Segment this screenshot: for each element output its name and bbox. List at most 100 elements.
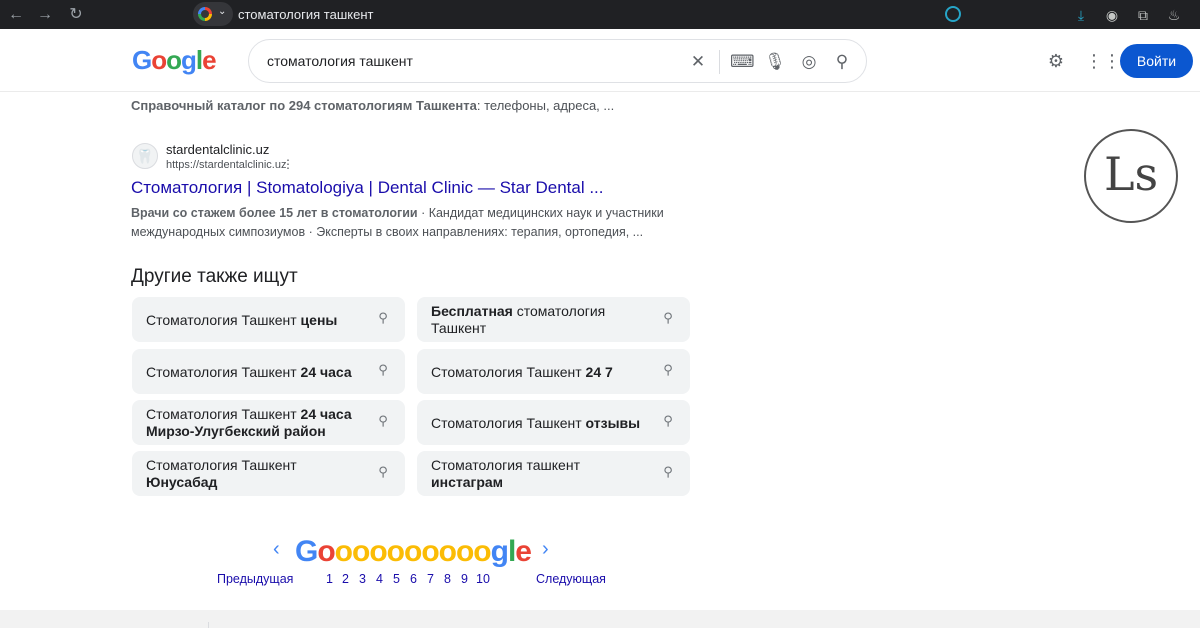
search-icon: ⚲ bbox=[378, 362, 388, 377]
clear-icon[interactable]: ✕ bbox=[687, 51, 709, 73]
page-number-link[interactable]: 2 bbox=[342, 572, 349, 586]
previous-result-snippet: Справочный каталог по 294 стоматологиям … bbox=[131, 98, 614, 113]
gooo-letter: o bbox=[438, 535, 457, 568]
microphone-icon[interactable]: 🎙 bbox=[764, 51, 786, 73]
page-number-link[interactable]: 3 bbox=[359, 572, 366, 586]
related-search-text: Стоматология Ташкент 24 часа bbox=[146, 354, 361, 390]
related-search-chip[interactable]: Стоматология Ташкент 24 часа ⚲ bbox=[132, 349, 405, 394]
search-box[interactable]: стоматология ташкент ✕ ⌨ 🎙 ◎ ⚲ bbox=[248, 39, 867, 83]
download-icon[interactable]: ⤓ bbox=[1071, 5, 1091, 25]
next-page-link[interactable]: Следующая bbox=[536, 572, 606, 586]
search-icon[interactable]: ⚲ bbox=[831, 51, 853, 73]
chip-plain-text: Стоматология ташкент bbox=[431, 457, 580, 473]
chip-bold-text: 24 часа bbox=[300, 363, 352, 380]
gooo-letter: o bbox=[352, 535, 370, 568]
search-icon: ⚲ bbox=[663, 413, 673, 428]
gooo-letter: o bbox=[334, 535, 353, 568]
lens-camera-icon[interactable]: ◎ bbox=[798, 51, 820, 73]
page-number-link[interactable]: 8 bbox=[444, 572, 451, 586]
related-search-chip[interactable]: Стоматология Ташкент 24 7 ⚲ bbox=[417, 349, 690, 394]
back-arrow-icon[interactable]: ← bbox=[6, 5, 26, 25]
logo-letter: g bbox=[181, 45, 197, 75]
related-search-text: Бесплатная стоматология Ташкент bbox=[431, 302, 646, 338]
related-search-chip[interactable]: Стоматология Ташкент 24 часа Мирзо-Улугб… bbox=[132, 400, 405, 445]
search-icon: ⚲ bbox=[378, 310, 388, 325]
result-description: Врачи со стажем более 15 лет в стоматоло… bbox=[131, 204, 671, 242]
search-icon: ⚲ bbox=[663, 310, 673, 325]
page-number-link[interactable]: 9 bbox=[461, 572, 468, 586]
related-search-text: Стоматология Ташкент отзывы bbox=[431, 405, 646, 441]
chip-bold-text: цены bbox=[300, 311, 338, 328]
search-icon: ⚲ bbox=[378, 413, 388, 428]
related-search-chip[interactable]: Стоматология Ташкент цены ⚲ bbox=[132, 297, 405, 342]
login-button[interactable]: Войти bbox=[1120, 44, 1193, 78]
gooo-letter: o bbox=[369, 535, 387, 568]
address-text[interactable]: стоматология ташкент bbox=[238, 7, 373, 22]
gooo-letter: g bbox=[490, 535, 509, 568]
prev-page-link[interactable]: Предыдущая bbox=[217, 572, 293, 586]
chip-plain-text: Стоматология Ташкент bbox=[431, 414, 586, 431]
snippet-rest: : телефоны, адреса, ... bbox=[476, 98, 615, 113]
gooo-letter: o bbox=[403, 535, 422, 568]
google-logo[interactable]: Google bbox=[132, 45, 217, 76]
page-number-link[interactable]: 6 bbox=[410, 572, 417, 586]
related-search-text: Стоматология Ташкент Юнусабад bbox=[146, 456, 361, 492]
page-number-link[interactable]: 7 bbox=[427, 572, 434, 586]
result-site-name[interactable]: stardentalclinic.uz bbox=[166, 142, 269, 157]
result-desc-line2: международных симпозиумов · Эксперты в с… bbox=[131, 225, 644, 239]
reload-icon[interactable]: ↻ bbox=[66, 5, 86, 25]
more-options-icon[interactable]: ⋮ bbox=[282, 157, 294, 171]
chip-plain-text: Стоматология Ташкент bbox=[431, 363, 586, 380]
chevron-down-icon: ⌄ bbox=[218, 6, 227, 17]
gooo-letter: G bbox=[295, 535, 318, 568]
pagination: ‹ Goooooooooogle › bbox=[270, 535, 610, 575]
related-search-text: Стоматология Ташкент 24 7 bbox=[431, 354, 646, 390]
related-search-chip[interactable]: Бесплатная стоматология Ташкент ⚲ bbox=[417, 297, 690, 342]
gooo-letter: o bbox=[455, 535, 474, 568]
gooo-letter: e bbox=[515, 535, 532, 568]
gooo-letter: o bbox=[386, 535, 405, 568]
site-info-button[interactable]: ⌄ bbox=[193, 2, 233, 26]
next-arrow-icon[interactable]: › bbox=[542, 538, 549, 561]
chip-bold-text: отзывы bbox=[585, 414, 641, 431]
logo-letter: o bbox=[166, 45, 182, 75]
search-divider bbox=[719, 50, 720, 74]
page-number-link[interactable]: 5 bbox=[393, 572, 400, 586]
related-search-chip[interactable]: Стоматология Ташкент Юнусабад ⚲ bbox=[132, 451, 405, 496]
chip-plain-text: Стоматология Ташкент bbox=[146, 363, 301, 380]
keyboard-icon[interactable]: ⌨ bbox=[730, 51, 755, 73]
apps-grid-icon[interactable]: ⋮⋮⋮ bbox=[1085, 50, 1139, 72]
search-header: Google стоматология ташкент ✕ ⌨ 🎙 ◎ ⚲ bbox=[0, 29, 1200, 92]
page-number-link[interactable]: 1 bbox=[326, 572, 333, 586]
footer-strip bbox=[0, 610, 1200, 628]
result-title-link[interactable]: Стоматология | Stomatologiya | Dental Cl… bbox=[131, 178, 604, 198]
related-search-text: Стоматология ташкент инстаграм bbox=[431, 456, 646, 492]
prev-arrow-icon[interactable]: ‹ bbox=[273, 538, 280, 561]
gooo-letter: o bbox=[317, 535, 335, 568]
chip-bold-text: инстаграм bbox=[431, 474, 504, 490]
profile-icon[interactable]: ◉ bbox=[1102, 5, 1122, 25]
page-number-link[interactable]: 4 bbox=[376, 572, 383, 586]
related-search-text: Стоматология Ташкент цены bbox=[146, 302, 361, 338]
logo-letter: o bbox=[151, 45, 167, 75]
related-searches-title: Другие также ищут bbox=[131, 266, 298, 287]
related-search-chip[interactable]: Стоматология ташкент инстаграм ⚲ bbox=[417, 451, 690, 496]
chip-plain-text: Стоматология Ташкент bbox=[146, 406, 301, 422]
search-icon: ⚲ bbox=[663, 362, 673, 377]
chip-bold-text: 24 7 bbox=[585, 363, 613, 380]
gooo-logo: Goooooooooogle bbox=[295, 535, 532, 569]
result-site-url[interactable]: https://stardentalclinic.uz bbox=[166, 159, 286, 171]
extensions-icon[interactable]: ⧉ bbox=[1133, 5, 1153, 25]
tooth-favicon-icon[interactable]: 🦷 bbox=[132, 143, 158, 169]
related-search-chip[interactable]: Стоматология Ташкент отзывы ⚲ bbox=[417, 400, 690, 445]
globe-icon[interactable] bbox=[945, 6, 961, 22]
chip-plain-text: Стоматология Ташкент bbox=[146, 311, 301, 328]
search-input[interactable]: стоматология ташкент bbox=[267, 53, 413, 69]
page-number-link[interactable]: 10 bbox=[476, 572, 490, 586]
address-bar[interactable]: ⌄ стоматология ташкент bbox=[193, 2, 963, 26]
browser-toolbar: ← → ↻ ⌄ стоматология ташкент ⤓ ◉ ⧉ ♨ bbox=[0, 0, 1200, 29]
chip-bold-text: Юнусабад bbox=[146, 474, 218, 490]
forward-arrow-icon[interactable]: → bbox=[35, 5, 55, 25]
flame-icon[interactable]: ♨ bbox=[1164, 5, 1184, 25]
settings-gear-icon[interactable]: ⚙ bbox=[1045, 50, 1067, 72]
